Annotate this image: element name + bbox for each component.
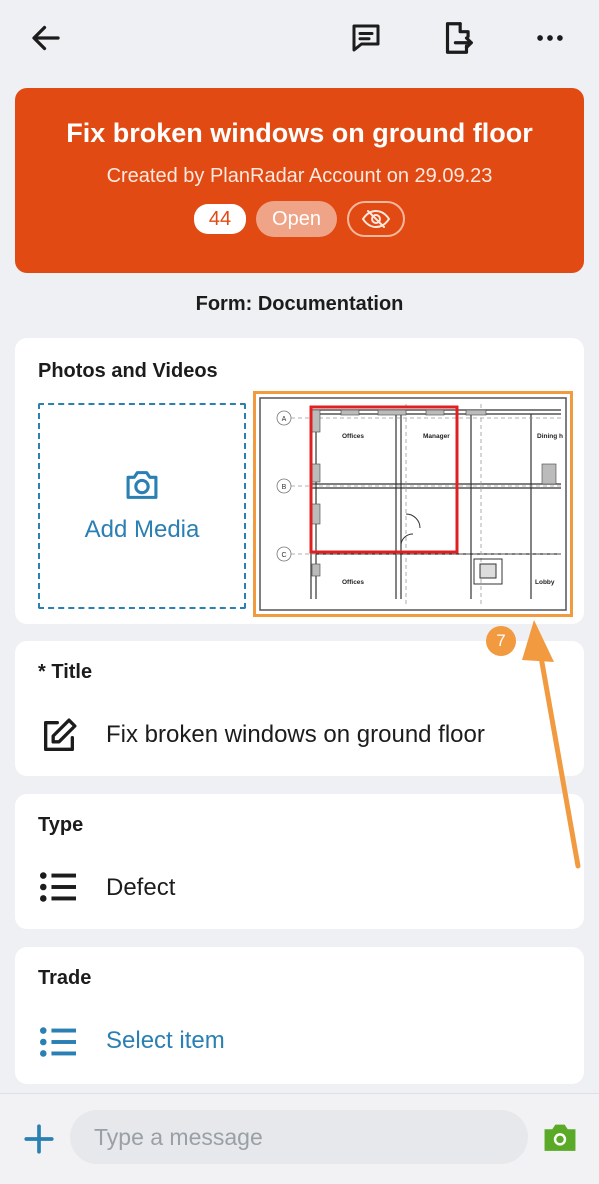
ticket-badges: 44 Open	[15, 201, 584, 237]
message-bar	[0, 1093, 599, 1184]
plan-room-label: Offices	[342, 433, 364, 440]
comments-button[interactable]	[346, 18, 386, 58]
title-card: * Title Fix broken windows on ground flo…	[15, 641, 584, 776]
annotation-arrow	[522, 620, 581, 869]
camera-button[interactable]	[541, 1120, 579, 1156]
top-bar	[0, 0, 599, 78]
ticket-subtitle: Created by PlanRadar Account on 29.09.23	[106, 165, 493, 187]
annotation-badge: 7	[486, 626, 516, 656]
export-icon	[445, 22, 473, 54]
back-button[interactable]	[26, 18, 66, 58]
ticket-title: Fix broken windows on ground floor	[66, 118, 533, 148]
ticket-number-badge: 44	[194, 204, 247, 234]
title-field-value[interactable]: Fix broken windows on ground floor	[106, 721, 485, 749]
edit-icon	[44, 718, 77, 751]
form-label: Form: Documentation	[195, 293, 404, 315]
type-field-label: Type	[38, 814, 84, 836]
list-icon	[40, 1027, 76, 1057]
ticket-header: Fix broken windows on ground floor Creat…	[15, 88, 584, 273]
plan-row-label: C	[281, 552, 286, 559]
export-button[interactable]	[437, 18, 477, 58]
title-edit-button[interactable]	[38, 716, 80, 761]
plan-room-label: Dining h	[537, 433, 563, 440]
title-field-label: * Title	[38, 661, 93, 683]
trade-field-label: Trade	[38, 967, 92, 989]
plus-icon	[24, 1124, 54, 1154]
plan-row-label: A	[282, 416, 287, 423]
more-button[interactable]	[530, 18, 570, 58]
status-badge[interactable]: Open	[256, 201, 337, 237]
add-attachment-button[interactable]	[22, 1122, 56, 1156]
eye-off-icon	[361, 209, 391, 229]
trade-select-item[interactable]: Select item	[106, 1027, 225, 1055]
add-media-button[interactable]: Add Media	[38, 403, 246, 609]
camera-icon	[126, 471, 158, 499]
plan-room-label: Manager	[423, 433, 450, 440]
camera-icon	[544, 1124, 576, 1151]
trade-list-button[interactable]	[38, 1024, 78, 1065]
type-list-button[interactable]	[38, 869, 78, 910]
plan-row-label: B	[282, 484, 287, 491]
type-card: Type Defect	[15, 794, 584, 929]
media-card: Photos and Videos Add Media A B C Office…	[15, 338, 584, 624]
arrow-left-icon	[32, 25, 60, 51]
more-dots-icon	[537, 35, 563, 41]
plan-room-label: Offices	[342, 579, 364, 586]
visibility-badge[interactable]	[346, 201, 405, 237]
floor-plan-image: A B C Offices Manager Dining h Offices L…	[256, 394, 570, 614]
list-icon	[40, 872, 76, 902]
plan-room-label: Lobby	[535, 579, 555, 586]
floor-plan-thumbnail[interactable]: A B C Offices Manager Dining h Offices L…	[253, 391, 573, 617]
type-field-value[interactable]: Defect	[106, 874, 175, 902]
trade-card: Trade Select item	[15, 947, 584, 1084]
media-section-title: Photos and Videos	[38, 360, 218, 382]
message-input[interactable]	[70, 1110, 528, 1164]
comment-icon	[352, 24, 380, 52]
add-media-label: Add Media	[84, 516, 200, 543]
